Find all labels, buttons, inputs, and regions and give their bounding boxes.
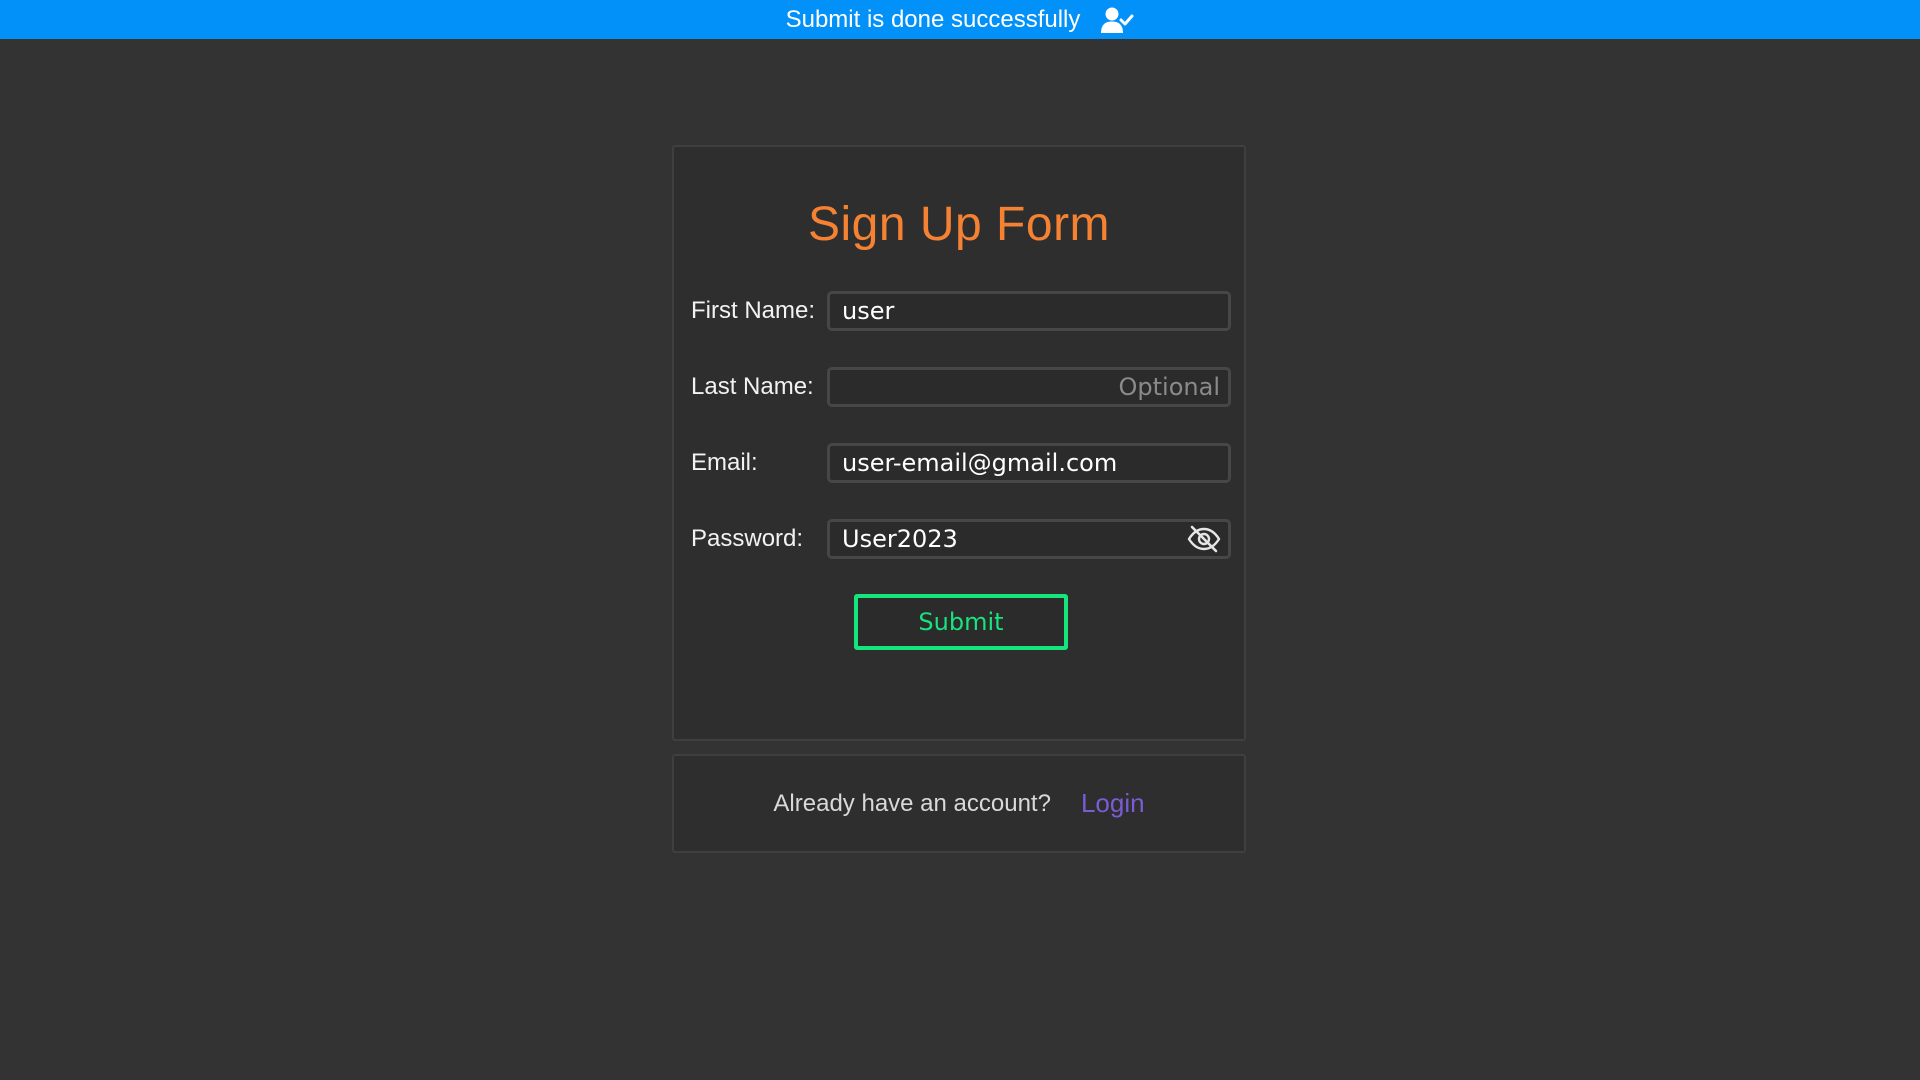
login-prompt-text: Already have an account? — [773, 789, 1051, 817]
first-name-label: First Name: — [691, 297, 816, 324]
submit-button[interactable]: Submit — [854, 594, 1068, 650]
last-name-label: Last Name: — [691, 373, 814, 400]
email-row: Email: — [691, 443, 1231, 483]
eye-off-icon[interactable] — [1187, 525, 1221, 553]
login-prompt-card: Already have an account? Login — [672, 754, 1246, 853]
first-name-row: First Name: — [691, 291, 1231, 331]
user-check-icon — [1100, 6, 1134, 34]
signup-form-card: Sign Up Form First Name: Last Name: Emai… — [672, 145, 1246, 741]
banner-message: Submit is done successfully — [785, 5, 1081, 33]
password-input[interactable] — [827, 519, 1231, 559]
success-banner: Submit is done successfully — [0, 0, 1920, 39]
password-row: Password: — [691, 519, 1231, 559]
form-title: Sign Up Form — [807, 198, 1111, 251]
first-name-input[interactable] — [827, 291, 1231, 331]
email-input[interactable] — [827, 443, 1231, 483]
password-label: Password: — [691, 525, 804, 552]
last-name-input[interactable] — [827, 367, 1231, 407]
last-name-row: Last Name: — [691, 367, 1231, 407]
email-label: Email: — [691, 449, 758, 476]
login-link[interactable]: Login — [1081, 788, 1145, 819]
